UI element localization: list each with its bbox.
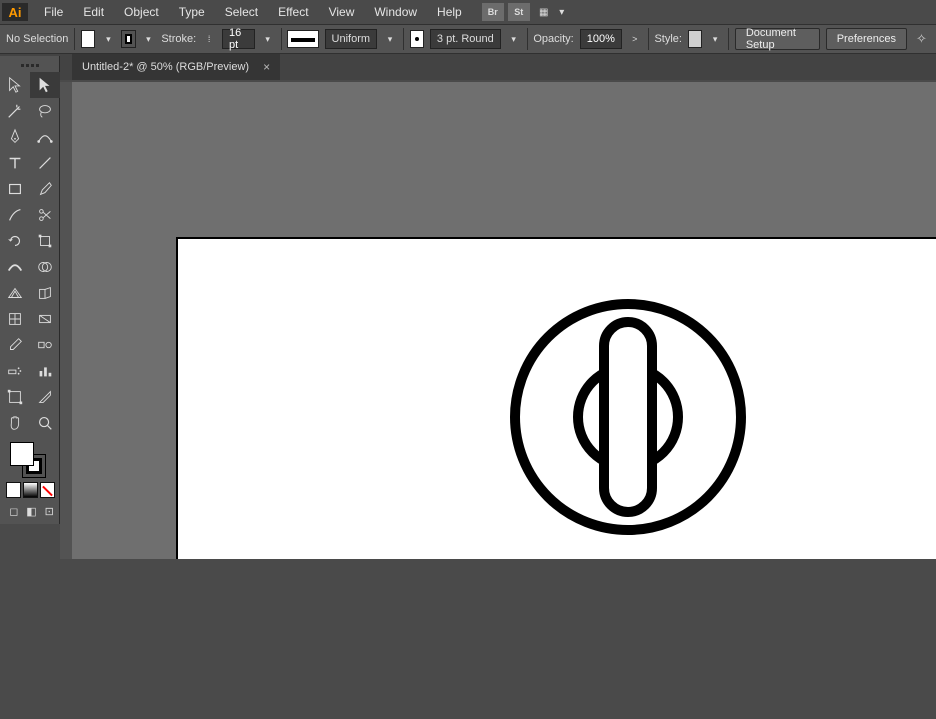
- menu-select[interactable]: Select: [215, 1, 268, 23]
- color-mode-solid[interactable]: [6, 482, 21, 498]
- fill-swatch[interactable]: [81, 30, 95, 48]
- divider: [527, 28, 528, 50]
- color-mode-none[interactable]: [40, 482, 55, 498]
- fill-color-swatch[interactable]: [10, 442, 34, 466]
- brush-menu[interactable]: ▾: [507, 30, 521, 48]
- curvature-tool[interactable]: [30, 124, 60, 150]
- stroke-profile-name[interactable]: Uniform: [325, 29, 378, 49]
- blend-tool[interactable]: [30, 332, 60, 358]
- opacity-label: Opacity:: [533, 33, 573, 45]
- close-icon[interactable]: ×: [263, 60, 270, 74]
- artwork-pill[interactable]: [604, 322, 652, 512]
- symbol-sprayer-tool[interactable]: [0, 358, 30, 384]
- pencil-tool[interactable]: [0, 202, 30, 228]
- arrange-icon: ▦: [536, 4, 552, 20]
- width-tool[interactable]: [0, 254, 30, 280]
- color-mode-row: [4, 482, 55, 498]
- opacity-menu[interactable]: >: [628, 30, 642, 48]
- stroke-swatch-menu[interactable]: ▾: [142, 30, 156, 48]
- column-graph-tool[interactable]: [30, 358, 60, 384]
- divider: [728, 28, 729, 50]
- menu-edit[interactable]: Edit: [73, 1, 114, 23]
- shape-builder-tool[interactable]: [30, 254, 60, 280]
- menu-window[interactable]: Window: [364, 1, 427, 23]
- menu-type[interactable]: Type: [169, 1, 215, 23]
- rectangle-tool[interactable]: [0, 176, 30, 202]
- pin-icon[interactable]: ✧: [913, 28, 930, 50]
- document-tab-title: Untitled-2* @ 50% (RGB/Preview): [82, 61, 249, 73]
- direct-selection-tool[interactable]: [30, 72, 60, 98]
- slice-tool[interactable]: [30, 384, 60, 410]
- fill-stroke-swatches[interactable]: [10, 442, 46, 478]
- brush-name[interactable]: 3 pt. Round: [430, 29, 501, 49]
- panel-grip[interactable]: [0, 60, 59, 70]
- paintbrush-tool[interactable]: [30, 176, 60, 202]
- magic-wand-tool[interactable]: [0, 98, 30, 124]
- divider: [281, 28, 282, 50]
- draw-normal-icon[interactable]: ◻: [8, 502, 20, 520]
- stroke-link-icon[interactable]: ⁞: [202, 30, 216, 48]
- perspective-selection-tool[interactable]: [30, 280, 60, 306]
- stock-icon[interactable]: St: [508, 3, 530, 21]
- selection-status: No Selection: [6, 33, 68, 45]
- free-transform-tool[interactable]: [30, 228, 60, 254]
- selection-tool[interactable]: [0, 72, 30, 98]
- stroke-swatch[interactable]: [121, 30, 135, 48]
- document-tab[interactable]: Untitled-2* @ 50% (RGB/Preview) ×: [72, 54, 280, 80]
- menu-file[interactable]: File: [34, 1, 73, 23]
- menu-help[interactable]: Help: [427, 1, 472, 23]
- fill-swatch-menu[interactable]: ▾: [101, 30, 115, 48]
- opacity-field[interactable]: 100%: [580, 29, 622, 49]
- tool-panel: ◻ ◧ ⊡: [0, 56, 60, 524]
- artwork-canvas[interactable]: [178, 239, 936, 719]
- scissors-tool[interactable]: [30, 202, 60, 228]
- screen-mode-row: ◻ ◧ ⊡: [4, 502, 55, 520]
- preferences-button[interactable]: Preferences: [826, 28, 907, 50]
- document-tab-strip: Untitled-2* @ 50% (RGB/Preview) ×: [0, 54, 936, 80]
- bridge-icon[interactable]: Br: [482, 3, 504, 21]
- graphic-style-menu[interactable]: ▾: [708, 30, 722, 48]
- left-dock-edge[interactable]: [60, 82, 72, 559]
- stroke-label: Stroke:: [161, 33, 196, 45]
- zoom-tool[interactable]: [30, 410, 60, 436]
- artboard-tool[interactable]: [0, 384, 30, 410]
- canvas-area: [60, 82, 936, 559]
- menu-view[interactable]: View: [319, 1, 365, 23]
- draw-behind-icon[interactable]: ◧: [26, 502, 38, 520]
- menu-bar: Ai File Edit Object Type Select Effect V…: [0, 0, 936, 24]
- perspective-grid-tool[interactable]: [0, 280, 30, 306]
- arrange-docs[interactable]: ▦ ▾: [536, 4, 570, 20]
- app-logo: Ai: [2, 3, 28, 21]
- line-segment-tool[interactable]: [30, 150, 60, 176]
- color-mode-gradient[interactable]: [23, 482, 38, 498]
- chevron-down-icon: ▾: [554, 4, 570, 20]
- mesh-tool[interactable]: [0, 306, 30, 332]
- divider: [403, 28, 404, 50]
- eyedropper-tool[interactable]: [0, 332, 30, 358]
- draw-inside-icon[interactable]: ⊡: [43, 502, 55, 520]
- menu-effect[interactable]: Effect: [268, 1, 318, 23]
- divider: [648, 28, 649, 50]
- rotate-tool[interactable]: [0, 228, 30, 254]
- graphic-style-swatch[interactable]: [688, 30, 702, 48]
- menu-object[interactable]: Object: [114, 1, 169, 23]
- stroke-weight-field[interactable]: 16 pt: [222, 29, 255, 49]
- brush-preview: [410, 30, 424, 48]
- stroke-weight-menu[interactable]: ▾: [261, 30, 275, 48]
- tool-grid: [0, 72, 59, 436]
- divider: [74, 28, 75, 50]
- pen-tool[interactable]: [0, 124, 30, 150]
- options-bar: No Selection ▾ ▾ Stroke: ⁞ 16 pt ▾ Unifo…: [0, 24, 936, 54]
- gradient-tool[interactable]: [30, 306, 60, 332]
- type-tool[interactable]: [0, 150, 30, 176]
- stroke-profile-preview: [287, 30, 318, 48]
- bridge-stock-launchers: Br St: [482, 3, 530, 21]
- style-label: Style:: [654, 33, 682, 45]
- hand-tool[interactable]: [0, 410, 30, 436]
- lasso-tool[interactable]: [30, 98, 60, 124]
- fill-stroke-block: ◻ ◧ ⊡: [0, 436, 59, 524]
- artboard[interactable]: [176, 237, 936, 559]
- document-setup-button[interactable]: Document Setup: [735, 28, 820, 50]
- stroke-profile-menu[interactable]: ▾: [383, 30, 397, 48]
